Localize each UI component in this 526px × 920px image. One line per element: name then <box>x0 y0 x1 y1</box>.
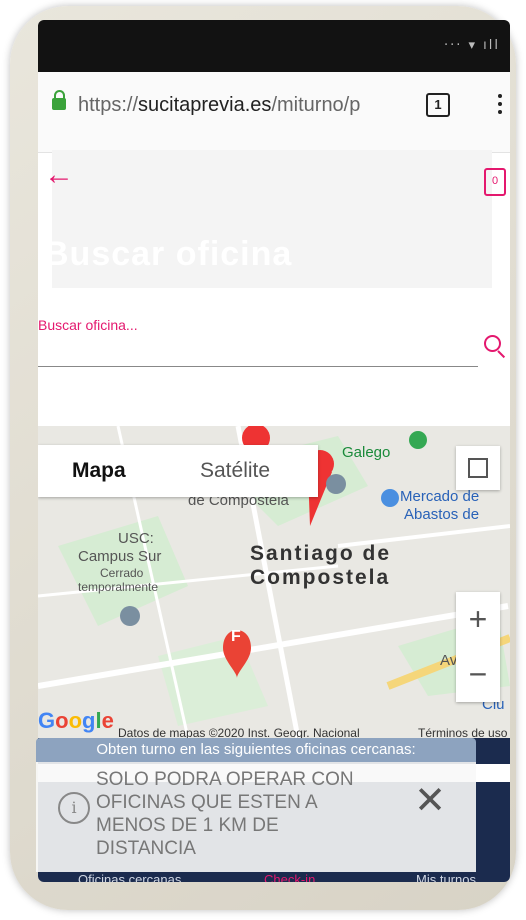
nearby-offices-banner: Obten turno en las siguientes oficinas c… <box>36 738 476 762</box>
browser-menu-icon[interactable] <box>498 94 502 118</box>
nav-item-checkin[interactable]: Check-in <box>264 872 315 882</box>
map-label-temporal: temporalmente <box>78 580 159 594</box>
map-type-toggle: Mapa Satélite <box>38 445 318 497</box>
search-underline <box>38 366 478 367</box>
map-type-map-button[interactable]: Mapa <box>72 459 126 483</box>
close-icon[interactable]: ✕ <box>414 782 446 820</box>
distance-notice-toast: i SOLO PODRA OPERAR CON OFICINAS QUE EST… <box>36 762 476 872</box>
nav-item-nearby[interactable]: Oficinas cercanas <box>78 872 181 882</box>
status-icons: ··· ▾ ıll <box>443 38 500 53</box>
map-label-abastos: Abastos de <box>404 506 480 523</box>
notice-text: SOLO PODRA OPERAR CON OFICINAS QUE ESTEN… <box>96 769 354 859</box>
map-label-city-1: Santiago de <box>250 542 392 565</box>
back-arrow-icon[interactable]: ← <box>44 160 74 190</box>
fullscreen-icon[interactable] <box>456 446 500 490</box>
lock-icon <box>52 90 66 110</box>
zoom-out-button[interactable]: − <box>456 647 500 702</box>
url-text[interactable]: https://sucitaprevia.es/miturno/p <box>78 94 413 117</box>
nav-item-my-turns[interactable]: Mis turnos <box>416 872 476 882</box>
map-label-city-2: Compostela <box>250 566 391 589</box>
browser-address-bar[interactable]: https://sucitaprevia.es/miturno/p 1 <box>38 72 510 153</box>
map-label-usc: USC: <box>118 530 154 547</box>
map-type-satellite-button[interactable]: Satélite <box>200 459 270 483</box>
map-label-galego: Galego <box>342 444 391 461</box>
search-input[interactable]: Buscar oficina... <box>38 317 138 333</box>
info-icon: i <box>58 792 90 824</box>
map-label-cerrado: Cerrado <box>100 566 144 580</box>
map-label-mercado: Mercado de <box>400 488 480 505</box>
google-logo: Google <box>38 708 114 733</box>
map-label-campus: Campus Sur <box>78 548 162 565</box>
search-icon[interactable] <box>484 335 506 361</box>
office-marker-f[interactable]: F <box>231 628 241 646</box>
page-title: Buscar oficina <box>44 235 293 273</box>
zoom-in-button[interactable]: + <box>456 592 500 647</box>
status-bar: ··· ▾ ıll <box>38 20 510 72</box>
zoom-controls: + − <box>456 592 500 702</box>
ticket-icon[interactable]: 0 <box>484 168 506 196</box>
tab-count-button[interactable]: 1 <box>426 93 450 117</box>
